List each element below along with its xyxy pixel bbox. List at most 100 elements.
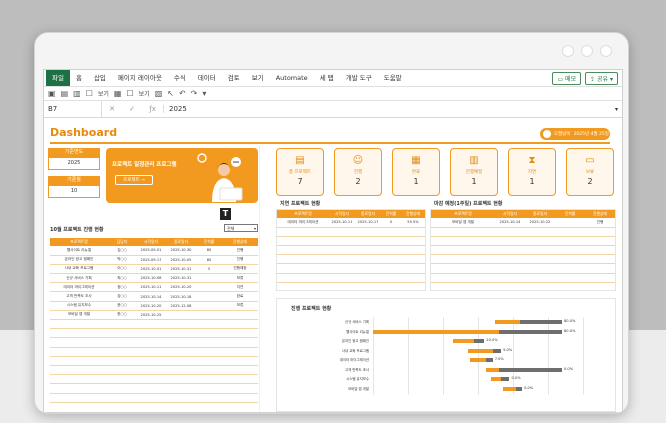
checkbox-icon-2[interactable]: ☐ [126,89,133,98]
main-table-cell [196,356,222,366]
window-dot-3[interactable] [600,45,612,57]
kpi-year-value[interactable]: 2025 [48,157,100,170]
main-table-cell: 박○○ [108,255,136,265]
tab-automate[interactable]: Automate [270,70,314,86]
card-total[interactable]: ▤ 총 프로젝트 7 [276,148,324,196]
kpi-month-value[interactable]: 10 [48,185,100,198]
delay-table-row[interactable] [277,254,425,265]
main-table-row[interactable] [50,374,258,385]
upcoming-table-row[interactable] [431,273,615,283]
customize-icon[interactable]: ▾ [202,89,206,98]
formula-input[interactable]: 2025 [164,105,615,113]
main-table-row[interactable]: 데이터 마이그레이션 정○○ 2025-10-11 2025-10-20 지연 [50,282,258,293]
upcoming-table-cell [555,236,585,247]
upcoming-table-row[interactable] [431,236,615,247]
save-icon[interactable]: ▣ [48,89,56,98]
main-table-row[interactable] [50,383,258,394]
upcoming-table-cell [525,236,555,247]
name-box[interactable]: B7 [44,100,102,118]
share-button[interactable]: ⇪ 공유 ▾ [585,71,618,85]
grid-icon[interactable]: ▦ [114,89,122,98]
main-table-row[interactable] [50,328,258,339]
card-progress[interactable]: ☺ 진행 2 [334,148,382,196]
upcoming-table-row[interactable] [431,263,615,274]
main-table-cell [166,374,196,385]
upcoming-table-row[interactable]: 모바일 앱 개발 2025-10-14 2025-10-22 진행 [431,218,615,228]
kpi-month-label: 기준월 [48,176,100,185]
upcoming-table-cell [431,245,495,256]
tab-review[interactable]: 검토 [222,70,246,86]
checkbox-icon[interactable]: ☐ [86,89,93,98]
card-delayed[interactable]: ⧗ 지연 1 [508,148,556,196]
delay-table-row[interactable] [277,236,425,247]
expand-formula-icon[interactable]: ▾ [615,106,622,113]
cursor-icon[interactable]: ↖ [167,89,174,98]
memo-button[interactable]: ▭ 메모 [552,71,582,85]
upcoming-table-row[interactable] [431,227,615,237]
redo-icon[interactable]: ↷ [191,89,198,98]
tab-formulas[interactable]: 수식 [168,70,192,86]
delay-table-row[interactable] [277,273,425,283]
tab-developer[interactable]: 개발 도구 [340,70,378,86]
main-table-row[interactable]: 모바일 앱 개발 한○○ 2025-10-25 [50,310,258,321]
tab-page-layout[interactable]: 페이지 레이아웃 [112,70,168,86]
main-table-row[interactable]: 사내 교육 프로그램 이○○ 2025-10-01 2025-10-31 5 진행예정 [50,264,258,275]
tab-insert[interactable]: 삽입 [88,70,112,86]
main-table-row[interactable] [50,347,258,357]
main-table-row[interactable] [50,337,258,348]
main-table-row[interactable]: 고객 만족도 조사 강○○ 2025-10-14 2025-10-18 완료 [50,291,258,302]
main-table-row[interactable]: 시스템 유지보수 윤○○ 2025-10-20 2025-12-08 보류 [50,301,258,311]
clipboard-icon[interactable]: ▤ [61,89,69,98]
banner-button[interactable]: 프로젝트 → [115,175,153,185]
status-filter-select[interactable]: 전체 ▾ [224,224,258,232]
tab-file[interactable]: 파일 [46,70,70,86]
upcoming-table-row[interactable] [431,254,615,265]
hourglass-icon: ⧗ [528,155,536,166]
main-table-row[interactable]: 웹사이트 리뉴얼 김○○ 2025-09-01 2025-10-30 80 진행 [50,246,258,256]
delay-table-row[interactable] [277,263,425,274]
card-scheduled[interactable]: ▥ 진행예정 1 [450,148,498,196]
main-table-row[interactable] [50,393,258,403]
main-table-row[interactable] [50,319,258,330]
delay-table-cell [355,245,381,256]
upcoming-col-end: 종료일자 [525,210,555,218]
main-table-cell [108,347,136,357]
card-done-label: 완료 [411,170,421,175]
delay-table-cell [329,254,355,265]
main-table-cell [136,383,166,394]
main-table-cell [136,347,166,357]
delay-table-row[interactable] [277,227,425,237]
tab-new[interactable]: 세 탭 [314,70,340,86]
table-icon[interactable]: ▧ [155,89,163,98]
upcoming-table-row[interactable] [431,245,615,256]
card-done[interactable]: ▦ 완료 1 [392,148,440,196]
undo-icon[interactable]: ↶ [179,89,186,98]
summary-cards: ▤ 총 프로젝트 7 ☺ 진행 2 ▦ 완료 1 ▥ 진행예정 1 ⧗ 지연 1… [276,148,616,196]
tab-home[interactable]: 홈 [70,70,88,86]
main-table-cell [50,356,108,366]
tab-view[interactable]: 보기 [246,70,270,86]
main-table-row[interactable]: 온라인 광고 캠페인 박○○ 2025-09-17 2025-10-05 80 진행 [50,255,258,265]
main-table-row[interactable] [50,356,258,366]
share-label: 공유 [597,75,609,83]
card-hold[interactable]: ▭ 보류 2 [566,148,614,196]
function-icon[interactable]: ƒx [149,105,156,113]
delay-table-row[interactable]: 데이터 마이그레이션 2025-10-11 2025-10-17 0 55.5% [277,218,425,228]
confirm-icon[interactable]: ✓ [129,105,135,113]
cancel-icon[interactable]: ✕ [109,105,115,113]
window-dot-2[interactable] [581,45,593,57]
col-project: 프로젝트명 [50,238,108,246]
main-table-cell [136,319,166,330]
main-table-cell [136,337,166,348]
main-table-row[interactable] [50,365,258,376]
tab-help[interactable]: 도움말 [378,70,408,86]
main-table-cell [222,383,258,394]
window-dot-1[interactable] [562,45,574,57]
main-table-cell [108,383,136,394]
main-table-row[interactable]: 신규 서비스 기획 최○○ 2025-10-08 2025-10-31 보류 [50,273,258,284]
upcoming-table-cell [495,236,525,247]
delay-table-row[interactable] [277,245,425,256]
main-table-cell: 신규 서비스 기획 [50,273,108,284]
print-icon[interactable]: ▥ [73,89,81,98]
tab-data[interactable]: 데이터 [192,70,222,86]
